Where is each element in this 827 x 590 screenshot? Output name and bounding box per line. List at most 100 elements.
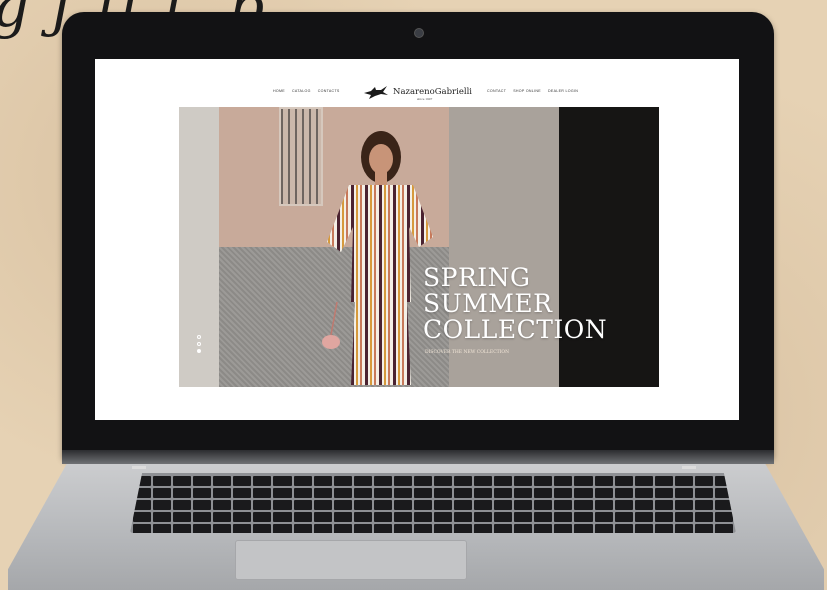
keyboard-key[interactable] — [353, 488, 372, 498]
keyboard-key[interactable] — [393, 512, 412, 522]
keyboard-key[interactable] — [594, 512, 613, 522]
trackpad[interactable] — [235, 540, 467, 580]
keyboard-key[interactable] — [574, 476, 593, 486]
keyboard-key[interactable] — [454, 476, 473, 486]
keyboard-key[interactable] — [253, 512, 272, 522]
keyboard-key[interactable] — [614, 488, 633, 498]
keyboard-key[interactable] — [494, 476, 513, 486]
keyboard-key[interactable] — [654, 500, 673, 510]
nav-link-dealer-login[interactable]: Dealer Login — [548, 89, 578, 93]
keyboard-key[interactable] — [434, 476, 453, 486]
keyboard-key[interactable] — [393, 524, 412, 533]
keyboard-key[interactable] — [193, 512, 212, 522]
keyboard-key[interactable] — [534, 500, 553, 510]
keyboard-key[interactable] — [634, 512, 653, 522]
keyboard-key[interactable] — [293, 512, 312, 522]
keyboard-key[interactable] — [634, 524, 653, 533]
keyboard-key[interactable] — [474, 524, 493, 533]
keyboard-key[interactable] — [714, 524, 733, 533]
keyboard-key[interactable] — [554, 500, 573, 510]
keyboard-key[interactable] — [674, 476, 693, 486]
keyboard-key[interactable] — [273, 512, 292, 522]
keyboard-key[interactable] — [393, 500, 412, 510]
keyboard-key[interactable] — [233, 476, 252, 486]
keyboard-key[interactable] — [313, 500, 332, 510]
keyboard-key[interactable] — [413, 476, 432, 486]
keyboard-key[interactable] — [133, 512, 152, 522]
keyboard-key[interactable] — [554, 524, 573, 533]
keyboard-key[interactable] — [574, 488, 593, 498]
keyboard-key[interactable] — [454, 524, 473, 533]
keyboard-key[interactable] — [454, 488, 473, 498]
keyboard-key[interactable] — [293, 524, 312, 533]
keyboard-key[interactable] — [393, 476, 412, 486]
keyboard-key[interactable] — [133, 524, 152, 533]
keyboard-key[interactable] — [634, 488, 653, 498]
keyboard-key[interactable] — [153, 524, 172, 533]
keyboard-key[interactable] — [654, 524, 673, 533]
keyboard-key[interactable] — [614, 500, 633, 510]
keyboard-key[interactable] — [514, 524, 533, 533]
keyboard-key[interactable] — [213, 488, 232, 498]
keyboard-key[interactable] — [193, 488, 212, 498]
keyboard-key[interactable] — [654, 476, 673, 486]
keyboard-key[interactable] — [233, 488, 252, 498]
keyboard-key[interactable] — [594, 500, 613, 510]
keyboard-key[interactable] — [173, 524, 192, 533]
keyboard-key[interactable] — [614, 524, 633, 533]
keyboard-key[interactable] — [534, 476, 553, 486]
keyboard-key[interactable] — [434, 512, 453, 522]
nav-link-home[interactable]: Home — [273, 89, 285, 93]
keyboard-key[interactable] — [534, 524, 553, 533]
keyboard-key[interactable] — [494, 500, 513, 510]
keyboard-key[interactable] — [233, 524, 252, 533]
keyboard-key[interactable] — [313, 524, 332, 533]
keyboard-key[interactable] — [333, 488, 352, 498]
keyboard-key[interactable] — [373, 512, 392, 522]
keyboard-key[interactable] — [474, 512, 493, 522]
keyboard-key[interactable] — [413, 524, 432, 533]
keyboard-key[interactable] — [434, 524, 453, 533]
keyboard-key[interactable] — [373, 524, 392, 533]
keyboard-key[interactable] — [273, 488, 292, 498]
keyboard-key[interactable] — [413, 500, 432, 510]
keyboard-key[interactable] — [233, 500, 252, 510]
keyboard[interactable] — [130, 473, 736, 533]
keyboard-key[interactable] — [253, 524, 272, 533]
keyboard-key[interactable] — [614, 512, 633, 522]
keyboard-key[interactable] — [694, 488, 713, 498]
keyboard-key[interactable] — [373, 488, 392, 498]
keyboard-key[interactable] — [694, 524, 713, 533]
keyboard-key[interactable] — [574, 524, 593, 533]
keyboard-key[interactable] — [353, 500, 372, 510]
keyboard-key[interactable] — [474, 488, 493, 498]
keyboard-key[interactable] — [654, 488, 673, 498]
keyboard-key[interactable] — [333, 500, 352, 510]
keyboard-key[interactable] — [153, 512, 172, 522]
keyboard-key[interactable] — [494, 524, 513, 533]
nav-link-catalog[interactable]: Catalog — [292, 89, 311, 93]
keyboard-key[interactable] — [333, 524, 352, 533]
keyboard-key[interactable] — [293, 488, 312, 498]
keyboard-key[interactable] — [574, 500, 593, 510]
keyboard-key[interactable] — [554, 512, 573, 522]
keyboard-key[interactable] — [313, 512, 332, 522]
keyboard-key[interactable] — [514, 476, 533, 486]
keyboard-key[interactable] — [514, 512, 533, 522]
keyboard-key[interactable] — [674, 500, 693, 510]
keyboard-key[interactable] — [213, 476, 232, 486]
keyboard-key[interactable] — [514, 488, 533, 498]
keyboard-key[interactable] — [494, 488, 513, 498]
keyboard-key[interactable] — [333, 512, 352, 522]
brand-logo[interactable]: NazarenoGabrielli since 1907 — [363, 81, 483, 103]
keyboard-key[interactable] — [153, 500, 172, 510]
keyboard-key[interactable] — [193, 476, 212, 486]
keyboard-key[interactable] — [714, 512, 733, 522]
slider-dot[interactable] — [197, 335, 201, 339]
keyboard-key[interactable] — [213, 500, 232, 510]
keyboard-key[interactable] — [634, 476, 653, 486]
keyboard-key[interactable] — [313, 476, 332, 486]
keyboard-key[interactable] — [434, 488, 453, 498]
keyboard-key[interactable] — [454, 512, 473, 522]
keyboard-key[interactable] — [273, 524, 292, 533]
